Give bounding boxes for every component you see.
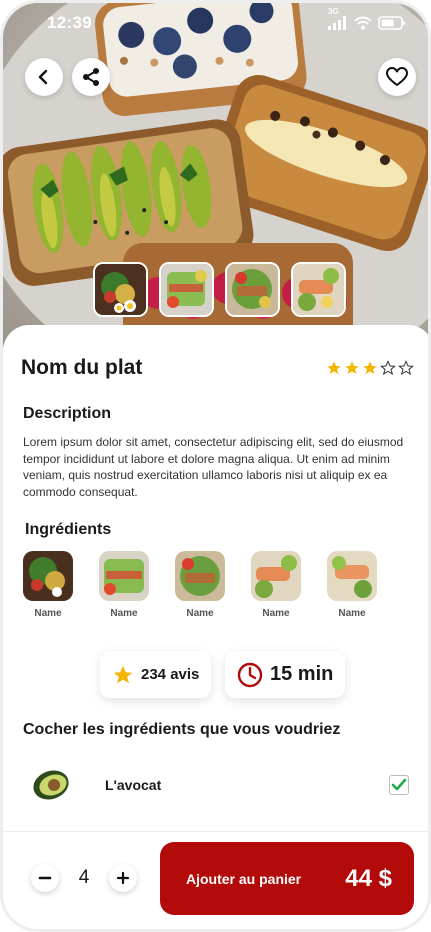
ingredient-item[interactable]: Name [99,551,149,619]
ingredient-item[interactable]: Name [23,551,73,619]
add-to-cart-button[interactable]: Ajouter au panier 44 $ [160,842,414,915]
status-time: 12:39 [47,13,92,32]
gallery-thumbnails [93,262,346,317]
choices-heading: Cocher les ingrédients que vous voudriez [23,721,341,738]
phone-screen: 12:39 3G Nom du plat Description Lorem i… [0,0,431,932]
battery-icon [378,16,405,30]
share-button[interactable] [72,58,110,96]
ingredients-list: Name Name Name Name Name [23,551,377,619]
total-price: 44 $ [345,864,392,892]
quantity-stepper: 4 [31,864,137,892]
clock-icon [237,662,263,687]
time-badge: 15 min [225,651,346,698]
ingredient-name: Name [262,608,290,619]
ingredient-choice-row[interactable]: L'avocat [23,760,415,810]
gallery-thumbnail[interactable] [291,262,346,317]
rating-stars [326,360,414,376]
ingredient-choice-label: L'avocat [105,777,162,793]
ingredient-item[interactable]: Name [175,551,225,619]
description-heading: Description [23,405,112,422]
back-button[interactable] [25,58,63,96]
status-bar: 12:39 3G [3,3,428,43]
prep-time: 15 min [270,663,334,685]
star-empty-icon [398,360,414,376]
plus-icon [116,871,130,885]
star-icon [113,665,133,683]
add-to-cart-label: Ajouter au panier [186,870,302,887]
network-type: 3G [328,7,339,16]
title-row: Nom du plat [21,356,414,380]
favorite-button[interactable] [378,58,416,96]
ingredient-item[interactable]: Name [327,551,377,619]
ingredient-image [327,551,377,601]
dish-title: Nom du plat [21,356,143,379]
avocado-icon [33,770,69,800]
ingredient-image [23,551,73,601]
heart-icon [386,67,408,86]
star-filled-icon [327,361,341,374]
chevron-left-icon [38,69,48,85]
ingredient-item[interactable]: Name [251,551,301,619]
quantity-value: 4 [78,867,90,888]
reviews-badge[interactable]: 234 avis [100,651,212,698]
star-filled-icon [345,361,359,374]
bottom-bar: 4 Ajouter au panier 44 $ [3,831,428,929]
star-filled-icon [363,361,377,374]
star-empty-icon [380,360,396,376]
gallery-thumbnail[interactable] [159,262,214,317]
decrement-button[interactable] [31,864,59,892]
wifi-icon [354,16,372,30]
description-text: Lorem ipsum dolor sit amet, consectetur … [23,435,404,499]
cellular-signal-icon: 3G [328,7,348,30]
ingredient-name: Name [186,608,214,619]
ingredient-checkbox[interactable] [389,775,409,795]
status-icons: 3G [328,7,406,30]
ingredients-heading: Ingrédients [25,521,112,538]
check-icon [391,778,407,791]
ingredient-name: Name [338,608,366,619]
details-sheet: Nom du plat Description Lorem ipsum dolo… [3,325,428,845]
minus-icon [38,876,52,880]
reviews-count: 234 avis [141,666,200,683]
share-icon [83,68,99,86]
ingredient-name: Name [34,608,62,619]
gallery-thumbnail[interactable] [225,262,280,317]
ingredient-name: Name [110,608,138,619]
increment-button[interactable] [109,864,137,892]
ingredient-image [251,551,301,601]
ingredient-image [99,551,149,601]
ingredient-image [175,551,225,601]
gallery-thumbnail[interactable] [93,262,148,317]
